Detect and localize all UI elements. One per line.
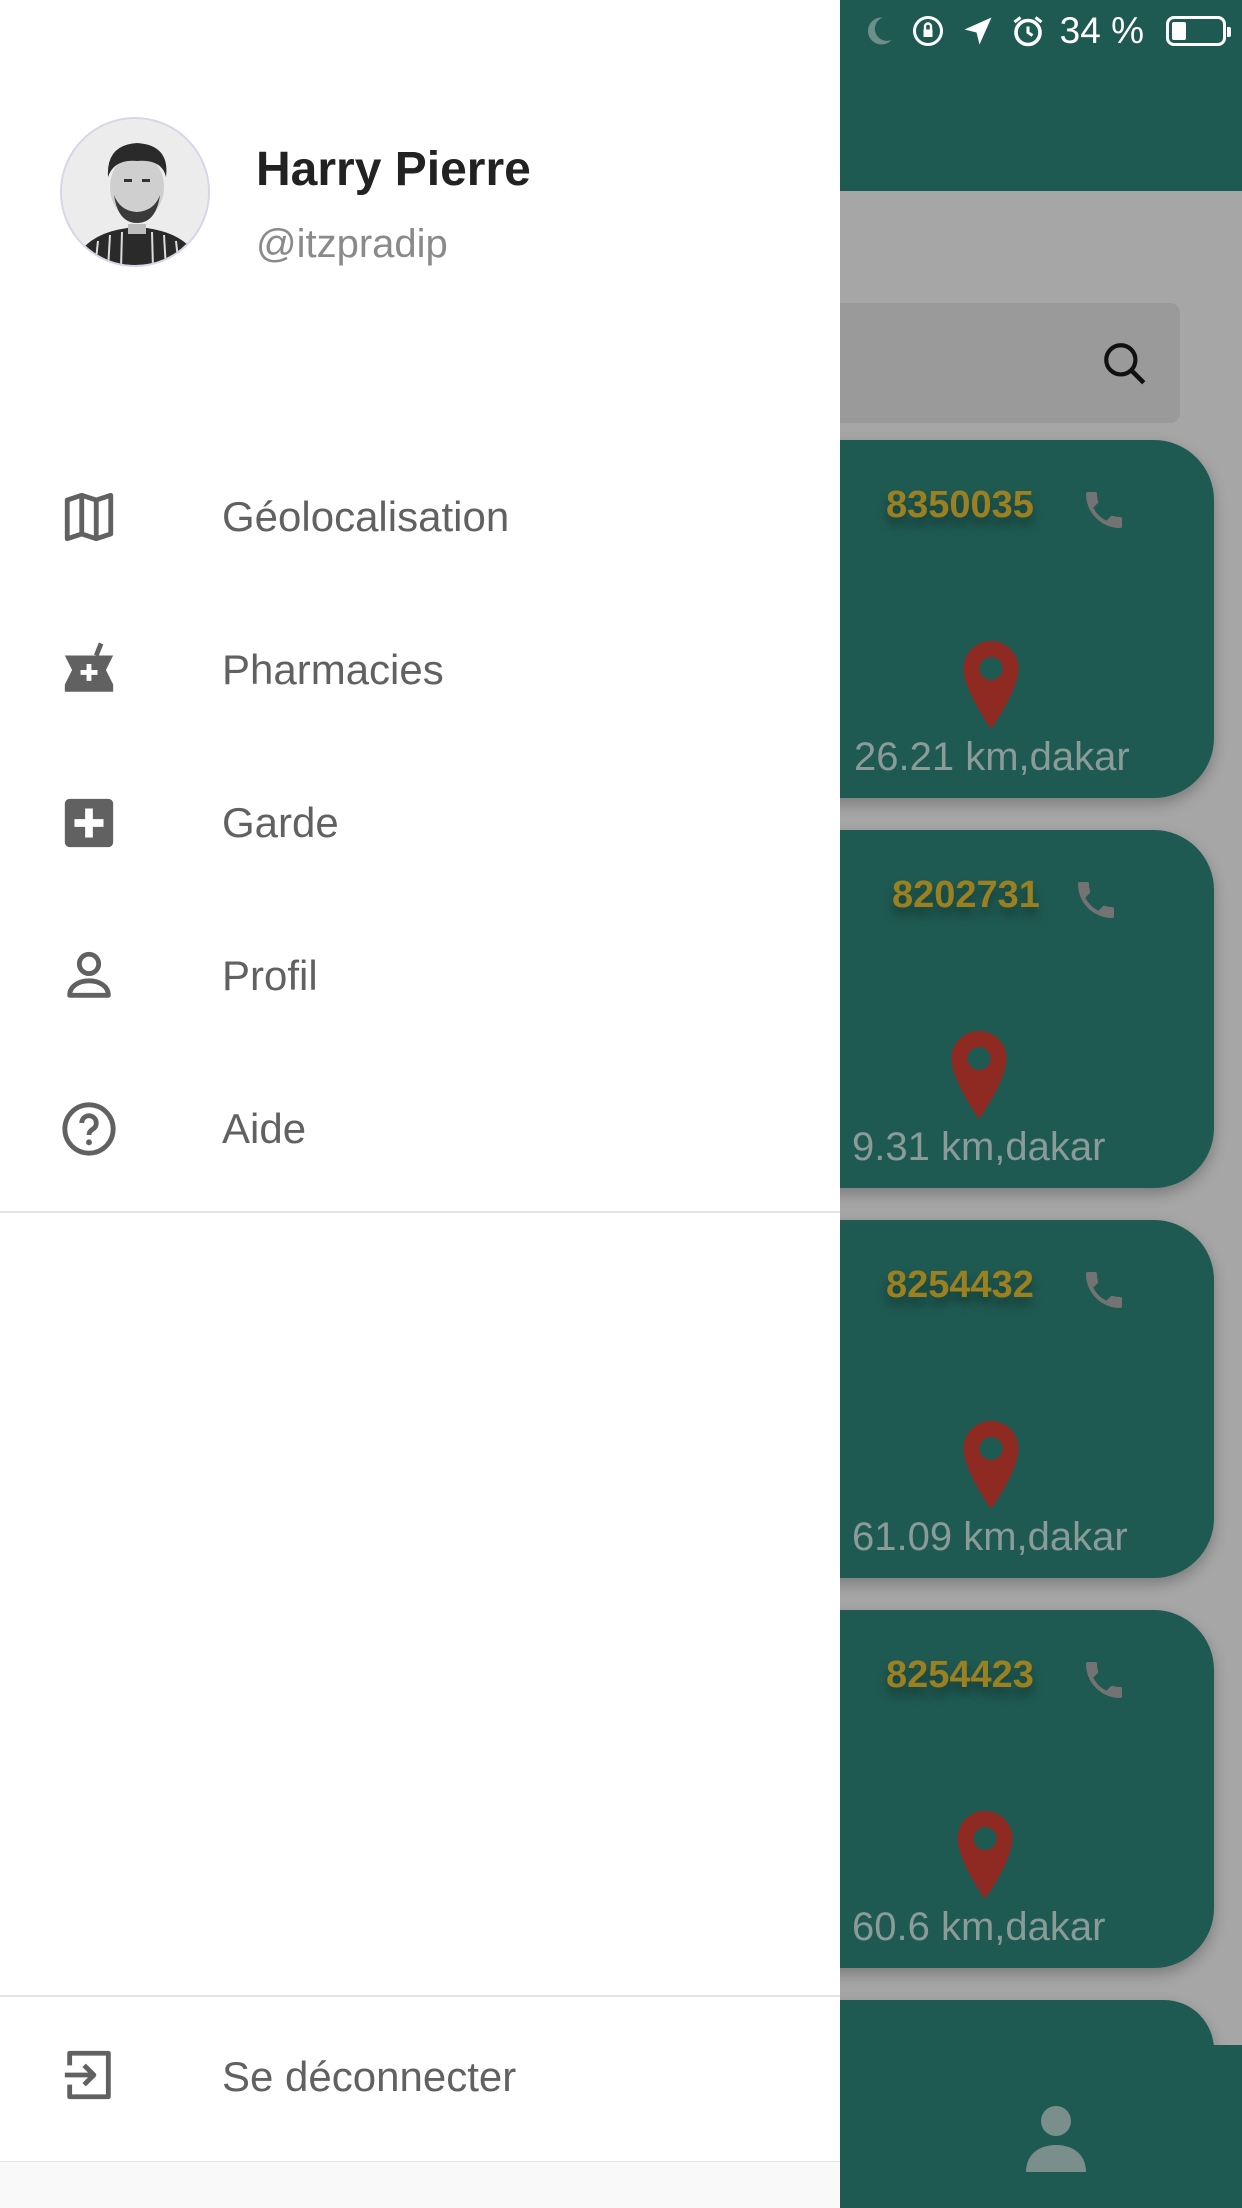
moon-icon [867, 17, 892, 45]
pharmacy-icon [64, 642, 114, 692]
search-icon[interactable] [1100, 339, 1150, 389]
menu-divider [0, 1211, 840, 1213]
location-pin-icon [951, 1031, 1007, 1119]
phone-number: 8254423 [886, 1654, 1034, 1696]
phone-icon[interactable] [1080, 1266, 1128, 1314]
location-pin-icon [957, 1811, 1013, 1899]
pharmacy-card[interactable]: 8202731 9.31 km,dakar [780, 830, 1214, 1188]
map-icon [64, 492, 114, 542]
drawer-bottom-area [0, 2162, 840, 2208]
logout-button[interactable]: Se déconnecter [0, 1996, 840, 2162]
logout-icon [64, 2050, 111, 2100]
menu-item-aide[interactable]: Aide [0, 1052, 840, 1205]
menu-item-label: Géolocalisation [222, 493, 510, 540]
phone-number: 8202731 [892, 874, 1040, 916]
battery-icon [1166, 16, 1231, 46]
distance-text: 60.6 km,dakar [852, 1905, 1106, 1949]
phone-icon[interactable] [1080, 1656, 1128, 1704]
avatar[interactable] [60, 117, 210, 267]
bottom-nav [780, 2045, 1242, 2208]
user-name: Harry Pierre [256, 143, 531, 196]
distance-text: 26.21 km,dakar [854, 735, 1130, 779]
menu-item-profil[interactable]: Profil [0, 899, 840, 1052]
location-arrow-icon [964, 17, 992, 45]
person-icon[interactable] [1020, 2100, 1092, 2172]
phone-icon[interactable] [1072, 876, 1120, 924]
phone-number: 8350035 [886, 484, 1034, 526]
logout-label: Se déconnecter [222, 2053, 517, 2100]
distance-text: 61.09 km,dakar [852, 1515, 1128, 1559]
user-handle: @itzpradip [256, 222, 448, 266]
menu-item-label: Garde [222, 799, 339, 846]
help-icon [62, 1102, 116, 1156]
pharmacy-card[interactable]: 8350035 26.21 km,dakar [780, 440, 1214, 798]
distance-text: 9.31 km,dakar [852, 1125, 1106, 1169]
search-bar[interactable] [780, 303, 1180, 423]
menu-item-label: Profil [222, 952, 318, 999]
menu-item-label: Aide [222, 1105, 307, 1152]
battery-percent: 34 % [1059, 10, 1144, 51]
menu-item-pharmacies[interactable]: Pharmacies [0, 593, 840, 746]
menu-item-geolocalisation[interactable]: Géolocalisation [0, 440, 840, 593]
menu-item-label: Pharmacies [222, 646, 444, 693]
alarm-icon [1013, 16, 1043, 47]
pharmacy-card[interactable]: 8254423 60.6 km,dakar [780, 1610, 1214, 1968]
avatar-image [62, 119, 208, 265]
phone-icon[interactable] [1080, 486, 1128, 534]
navigation-drawer: Harry Pierre @itzpradip Géolocalisation … [0, 0, 840, 2208]
phone-number: 8254432 [886, 1264, 1034, 1306]
pharmacy-card[interactable]: 8254432 61.09 km,dakar [780, 1220, 1214, 1578]
person-icon [67, 951, 111, 998]
location-pin-icon [963, 641, 1019, 729]
location-pin-icon [963, 1421, 1019, 1509]
medical-plus-icon [64, 798, 114, 848]
menu-item-garde[interactable]: Garde [0, 746, 840, 899]
rotation-lock-icon [912, 16, 943, 46]
drawer-menu: Géolocalisation Pharmacies Garde Profil [0, 440, 840, 1205]
status-bar: 34 % [822, 0, 1242, 62]
